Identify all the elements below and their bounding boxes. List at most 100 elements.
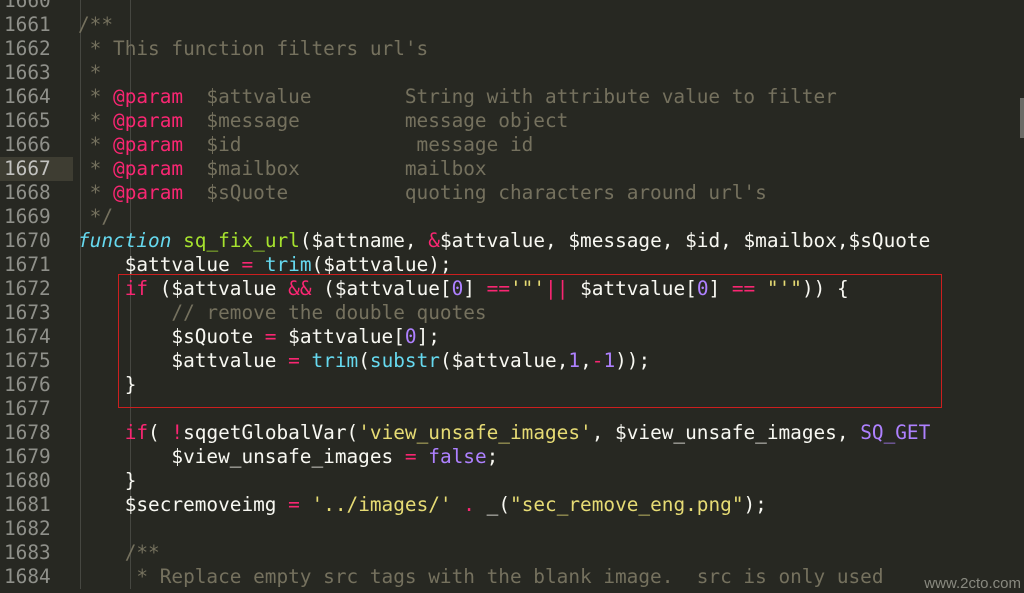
code-line[interactable]: 1675 $attvalue = trim(substr($attvalue,1…	[0, 349, 1024, 373]
line-number: 1666	[4, 133, 51, 156]
code-line[interactable]: 1683 /**	[0, 541, 1024, 565]
code-token: -	[591, 349, 604, 372]
code-token: $view_unsafe_images	[78, 445, 405, 468]
code-token: ;	[486, 445, 499, 468]
code-text: * This function filters url's	[78, 37, 429, 61]
code-line[interactable]: 1684 * Replace empty src tags with the b…	[0, 565, 1024, 589]
line-number: 1684	[4, 565, 51, 588]
code-line[interactable]: 1664 * @param $attvalue String with attr…	[0, 85, 1024, 109]
line-number: 1670	[4, 229, 51, 252]
code-token: $sQuote quoting characters around url's	[183, 181, 767, 204]
code-token: $secremoveimg	[78, 493, 289, 516]
code-token: , $view_unsafe_images,	[591, 421, 861, 444]
code-token: $attvalue, $message, $id, $mailbox,$sQuo…	[439, 229, 931, 252]
code-line[interactable]: 1668 * @param $sQuote quoting characters…	[0, 181, 1024, 205]
code-token: ==	[486, 277, 510, 300]
code-token: ||	[545, 277, 569, 300]
code-line[interactable]: 1677	[0, 397, 1024, 421]
code-line[interactable]: 1660	[0, 0, 1024, 13]
code-token: &	[428, 229, 440, 252]
code-token: ($attvalue,	[439, 349, 569, 372]
line-number: 1674	[4, 325, 51, 348]
code-line[interactable]: 1662 * This function filters url's	[0, 37, 1024, 61]
code-text: }	[78, 469, 137, 493]
code-token: sq_fix_url	[183, 229, 300, 252]
code-line[interactable]: 1676 }	[0, 373, 1024, 397]
scrollbar-thumb[interactable]	[1020, 98, 1024, 138]
code-token: ));	[615, 349, 651, 372]
code-token: if	[78, 421, 149, 444]
code-line[interactable]: 1666 * @param $id message id	[0, 133, 1024, 157]
code-line[interactable]: 1670 function sq_fix_url($attname, &$attv…	[0, 229, 1024, 253]
indent-guide	[130, 517, 131, 541]
code-line[interactable]: 1661 /**	[0, 13, 1024, 37]
code-token: $attvalue	[78, 349, 289, 372]
line-number: 1661	[4, 13, 51, 36]
code-text: function sq_fix_url($attname, &$attvalue…	[78, 229, 930, 253]
code-line[interactable]: 1678 if( !sqgetGlobalVar('view_unsafe_im…	[0, 421, 1024, 445]
code-line[interactable]: 1669 */	[0, 205, 1024, 229]
code-line[interactable]: 1679 $view_unsafe_images = false;	[0, 445, 1024, 469]
code-token: // remove the double quotes	[78, 301, 487, 324]
indent-guide	[130, 13, 131, 37]
code-token: *	[78, 181, 114, 204]
code-line[interactable]: 1674 $sQuote = $attvalue[0];	[0, 325, 1024, 349]
code-line[interactable]: 1663 *	[0, 61, 1024, 85]
code-token: ($attvalue);	[311, 253, 452, 276]
code-token: (	[148, 421, 172, 444]
code-token: }	[78, 469, 137, 492]
code-token: =	[264, 325, 277, 348]
code-line[interactable]: 1680 }	[0, 469, 1024, 493]
code-token: */	[78, 205, 114, 228]
code-token: );	[743, 493, 767, 516]
code-token: ]	[463, 277, 487, 300]
code-token: *	[78, 133, 114, 156]
code-token: _(	[474, 493, 511, 516]
line-number: 1664	[4, 85, 51, 108]
code-text: */	[78, 205, 113, 229]
line-number: 1682	[4, 517, 51, 540]
code-token: $attvalue[	[568, 277, 697, 300]
code-token: ==	[731, 277, 756, 300]
line-number: 1681	[4, 493, 51, 516]
code-token: ,	[580, 349, 592, 372]
indent-guide	[130, 205, 131, 229]
code-token: @param	[113, 157, 184, 180]
code-token: $attvalue[	[276, 325, 405, 348]
code-token: trim	[311, 349, 359, 372]
code-token: substr	[369, 349, 440, 372]
code-editor[interactable]: 1660 1661/** 1662 * This function filters …	[0, 0, 1024, 589]
code-token: '../images/'	[311, 493, 452, 516]
code-line[interactable]: 1672 if ($attvalue && ($attvalue[0] =='"…	[0, 277, 1024, 301]
indent-guide	[130, 0, 131, 13]
code-token: $attvalue	[78, 253, 242, 276]
code-token: 1	[568, 349, 581, 372]
code-token: * This function filters url's	[78, 37, 429, 60]
line-number: 1675	[4, 349, 51, 372]
watermark: www.2cto.com	[924, 575, 1021, 592]
code-line[interactable]: 1665 * @param $message message object	[0, 109, 1024, 133]
code-token: false	[428, 445, 487, 468]
code-token: "sec_remove_eng.png"	[510, 493, 744, 516]
line-number: 1679	[4, 445, 51, 468]
code-text: // remove the double quotes	[78, 301, 487, 325]
code-line[interactable]: 1682	[0, 517, 1024, 541]
line-number: 1680	[4, 469, 51, 492]
code-token: ($attname,	[299, 229, 429, 252]
code-line[interactable]: 1671 $attvalue = trim($attvalue);	[0, 253, 1024, 277]
code-token: $id message id	[183, 133, 534, 156]
code-text: $attvalue = trim($attvalue);	[78, 253, 452, 277]
code-line[interactable]: 1673 // remove the double quotes	[0, 301, 1024, 325]
code-line[interactable]: 1667 * @param $mailbox mailbox	[0, 157, 1024, 181]
code-token: }	[78, 373, 137, 396]
code-token: @param	[113, 85, 184, 108]
code-line[interactable]: 1681 $secremoveimg = '../images/' . _("s…	[0, 493, 1024, 517]
code-token: '"'	[510, 277, 546, 300]
code-token: * Replace empty src tags with the blank …	[78, 565, 884, 588]
code-text: * @param $mailbox mailbox	[78, 157, 487, 181]
code-token: !	[171, 421, 184, 444]
code-token: .	[463, 493, 475, 516]
